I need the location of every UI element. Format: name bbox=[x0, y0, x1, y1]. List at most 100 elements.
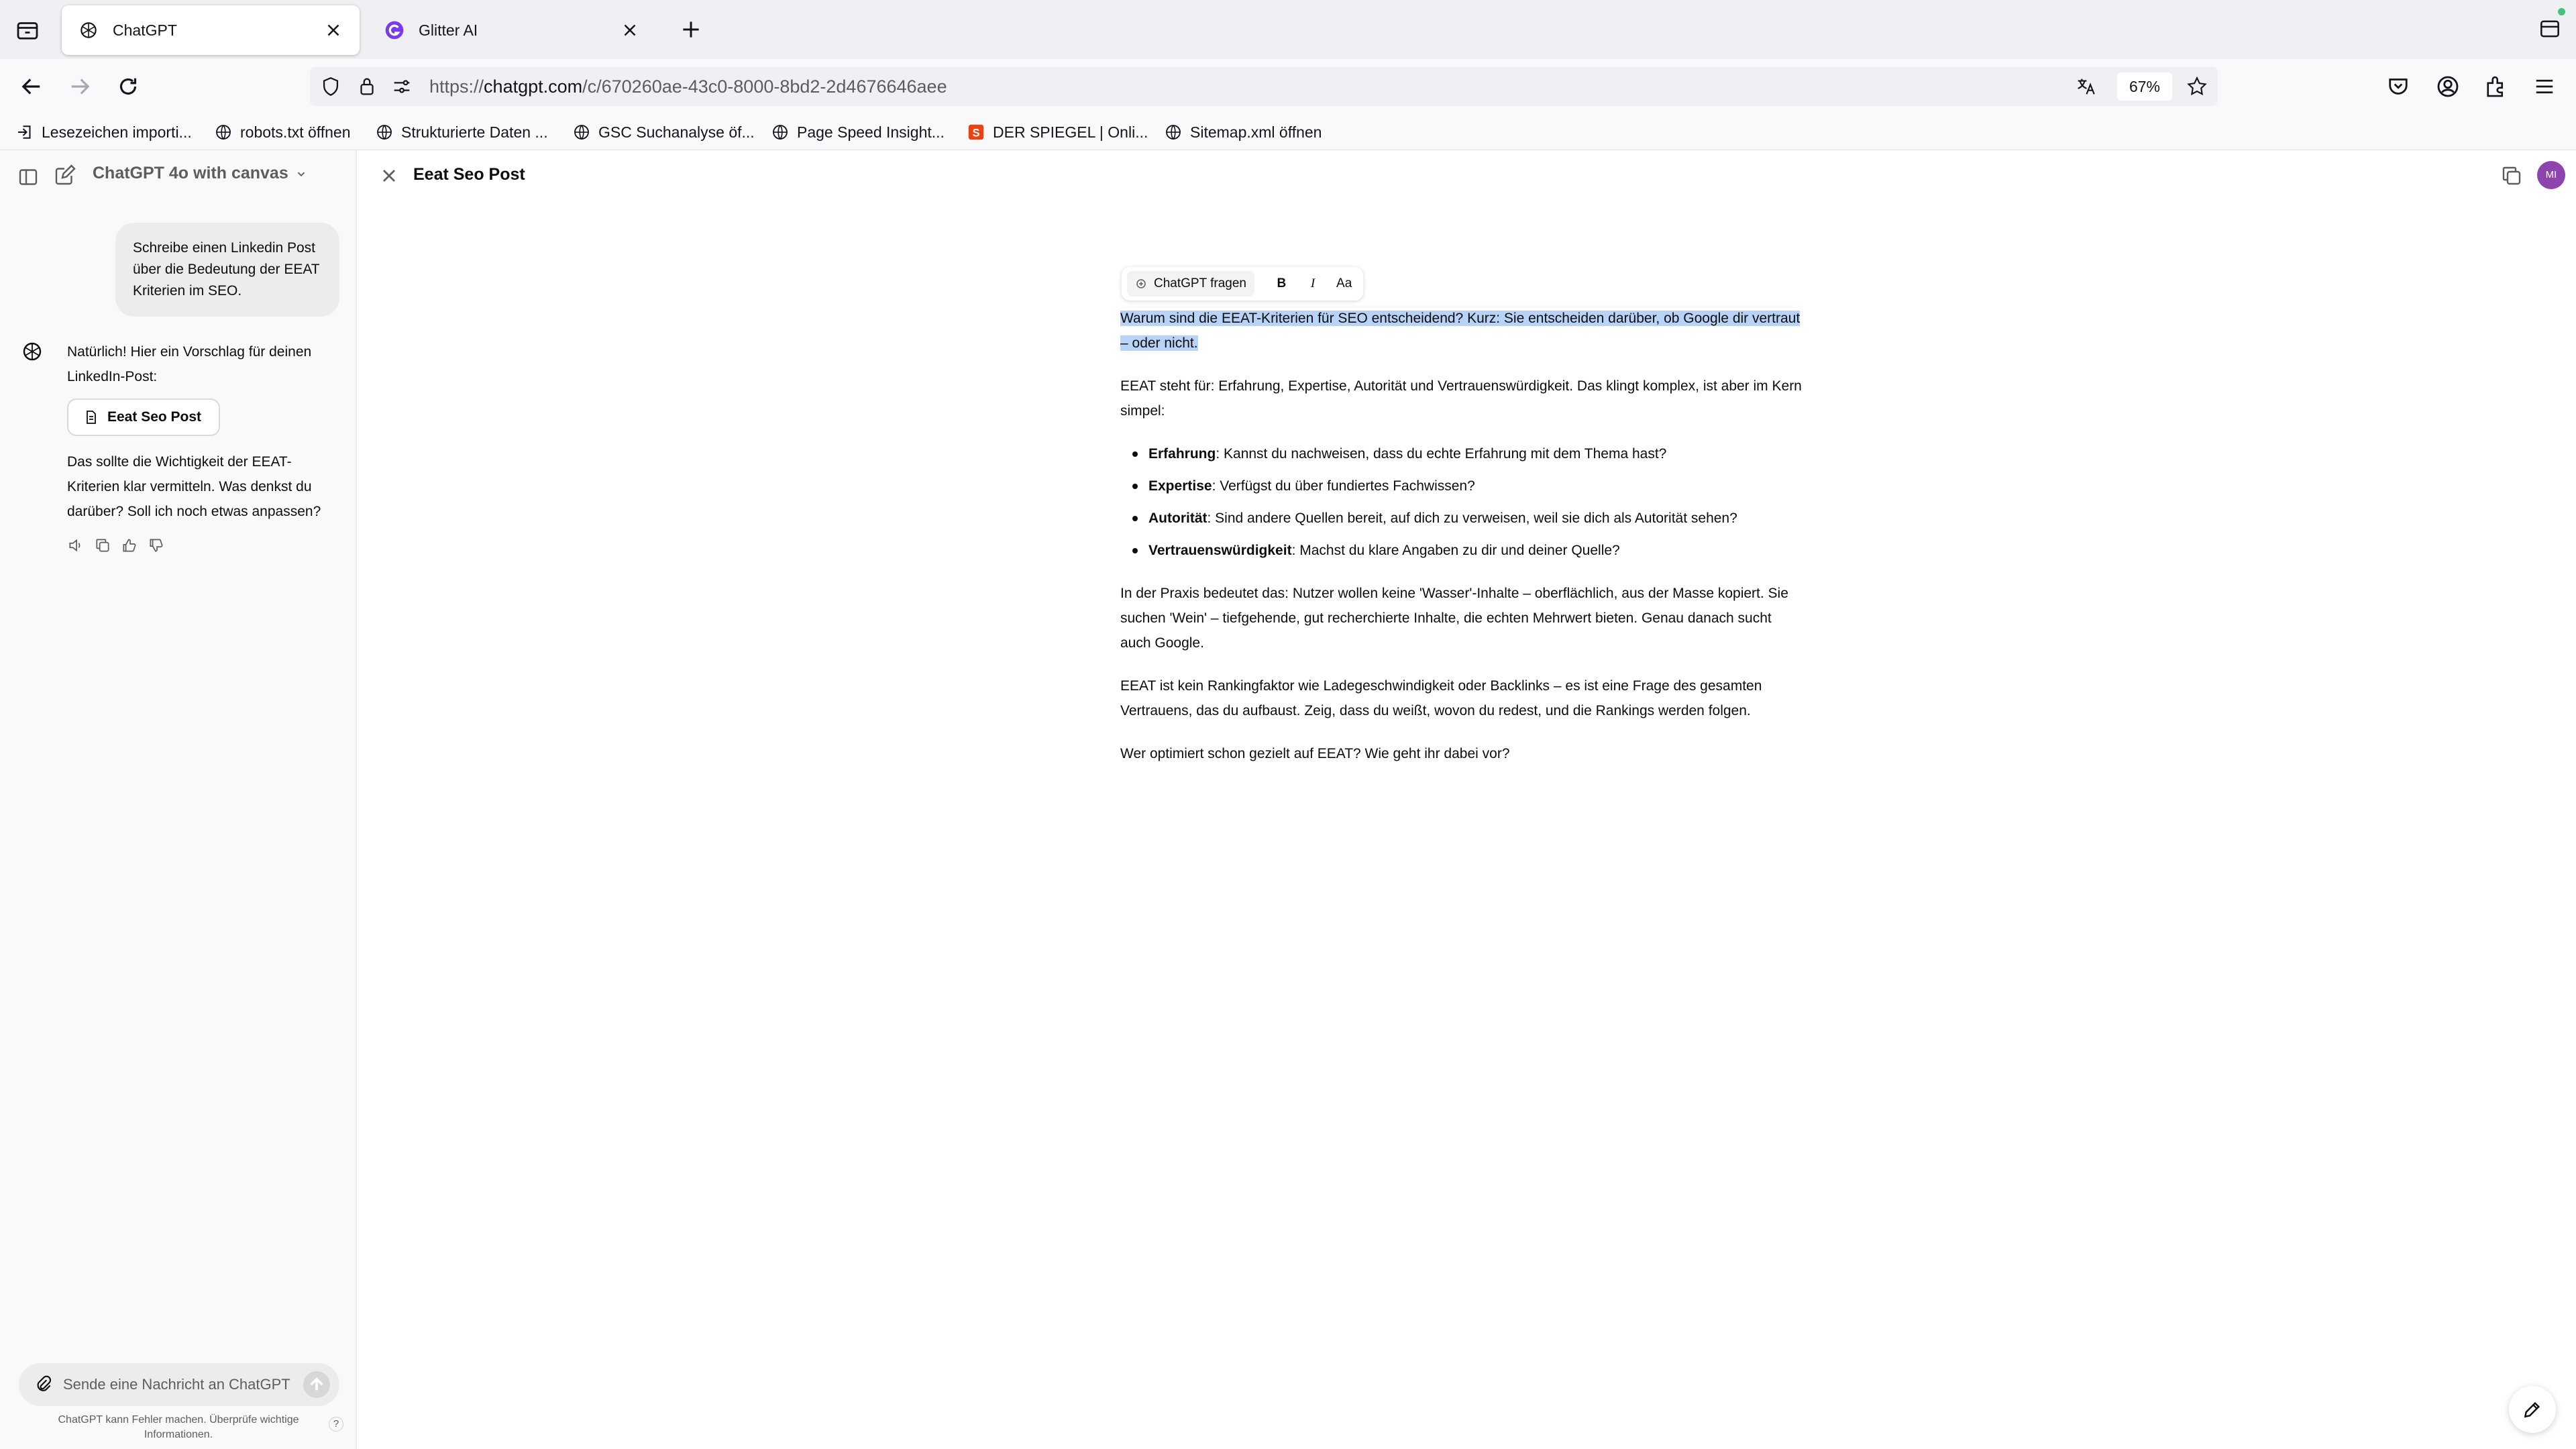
new-tab-icon[interactable] bbox=[678, 16, 704, 43]
edit-suggestions-button[interactable] bbox=[2509, 1386, 2556, 1433]
canvas-document[interactable]: Warum sind die EEAT-Kriterien für SEO en… bbox=[1120, 306, 1802, 784]
list-item[interactable]: Expertise: Verfügst du über fundiertes F… bbox=[1120, 474, 1802, 498]
bookmark-label: GSC Suchanalyse öf... bbox=[598, 123, 755, 141]
list-item-term: Autorität bbox=[1148, 511, 1208, 526]
paperclip-icon[interactable] bbox=[32, 1374, 54, 1395]
list-item[interactable]: Autorität: Sind andere Quellen bereit, a… bbox=[1120, 506, 1802, 531]
translate-icon[interactable] bbox=[2074, 75, 2097, 98]
ask-chatgpt-button[interactable]: ChatGPT fragen bbox=[1127, 271, 1255, 297]
globe-icon bbox=[574, 125, 589, 140]
permissions-icon[interactable] bbox=[390, 75, 413, 98]
user-message: Schreibe einen Linkedin Post über die Be… bbox=[115, 223, 339, 317]
arrow-up-icon bbox=[310, 1377, 323, 1391]
bookmark-label: robots.txt öffnen bbox=[240, 123, 351, 141]
tab-title: Glitter AI bbox=[419, 21, 478, 39]
window-icon[interactable] bbox=[2537, 16, 2563, 42]
avatar[interactable]: MI bbox=[2537, 161, 2565, 189]
close-tab-icon[interactable] bbox=[323, 20, 343, 40]
criteria-list: Erfahrung: Kannst du nachweisen, dass du… bbox=[1120, 441, 1802, 563]
italic-button[interactable]: I bbox=[1299, 271, 1327, 297]
close-icon[interactable] bbox=[378, 165, 400, 186]
globe-icon bbox=[773, 125, 788, 140]
glitter-ai-icon bbox=[385, 21, 404, 40]
help-button[interactable]: ? bbox=[329, 1417, 343, 1432]
list-item-term: Erfahrung bbox=[1148, 446, 1216, 462]
status-dot bbox=[2558, 8, 2565, 15]
globe-icon bbox=[1166, 125, 1181, 140]
trust-paragraph[interactable]: EEAT ist kein Rankingfaktor wie Ladegesc… bbox=[1120, 674, 1802, 723]
bookmark-label: Strukturierte Daten ... bbox=[401, 123, 548, 141]
selected-paragraph[interactable]: Warum sind die EEAT-Kriterien für SEO en… bbox=[1120, 306, 1802, 356]
bookmark-structured-data[interactable]: Strukturierte Daten ... bbox=[374, 119, 548, 145]
navigation-bar: https://chatgpt.com/c/670260ae-43c0-8000… bbox=[0, 59, 2576, 114]
format-toolbar: ChatGPT fragen B I Aa bbox=[1122, 267, 1363, 301]
svg-text:S: S bbox=[973, 127, 980, 139]
globe-icon bbox=[216, 125, 231, 140]
back-icon[interactable] bbox=[17, 72, 46, 101]
model-selector[interactable]: ChatGPT 4o with canvas bbox=[93, 164, 309, 183]
shield-icon[interactable] bbox=[319, 75, 342, 98]
sparkle-icon bbox=[1136, 279, 1146, 288]
url-domain: chatgpt.com bbox=[484, 76, 583, 97]
document-icon bbox=[87, 411, 96, 424]
bookmarks-bar: Lesezeichen importi... robots.txt öffnen… bbox=[0, 114, 2576, 150]
copy-icon[interactable] bbox=[94, 537, 111, 554]
bookmark-label: DER SPIEGEL | Onli... bbox=[993, 123, 1148, 141]
canvas-chip-label: Eeat Seo Post bbox=[107, 409, 202, 425]
speaker-icon[interactable] bbox=[67, 537, 85, 554]
url-text[interactable]: https://chatgpt.com/c/670260ae-43c0-8000… bbox=[429, 76, 947, 97]
message-actions bbox=[67, 537, 165, 554]
tab-glitter-ai[interactable]: Glitter AI bbox=[368, 5, 656, 55]
bold-button[interactable]: B bbox=[1268, 271, 1295, 297]
thumbs-up-icon[interactable] bbox=[121, 537, 138, 554]
url-bar[interactable]: https://chatgpt.com/c/670260ae-43c0-8000… bbox=[310, 67, 2218, 106]
bookmark-label: Sitemap.xml öffnen bbox=[1190, 123, 1322, 141]
bookmark-gsc[interactable]: GSC Suchanalyse öf... bbox=[572, 119, 755, 145]
bookmark-robots[interactable]: robots.txt öffnen bbox=[213, 119, 351, 145]
practice-paragraph[interactable]: In der Praxis bedeutet das: Nutzer wolle… bbox=[1120, 581, 1802, 655]
list-item-text: : Verfügst du über fundiertes Fachwissen… bbox=[1212, 478, 1475, 494]
url-path: /c/670260ae-43c0-8000-8bd2-2d4676646aee bbox=[582, 76, 947, 97]
list-item-text: : Sind andere Quellen bereit, auf dich z… bbox=[1207, 511, 1737, 526]
tab-chatgpt[interactable]: ChatGPT bbox=[62, 5, 360, 55]
lock-icon[interactable] bbox=[356, 75, 378, 98]
zoom-level-button[interactable]: 67% bbox=[2117, 72, 2172, 101]
text-selection: Warum sind die EEAT-Kriterien für SEO en… bbox=[1120, 311, 1801, 351]
reload-icon[interactable] bbox=[114, 72, 142, 101]
account-icon[interactable] bbox=[2434, 72, 2462, 101]
send-button[interactable] bbox=[303, 1371, 330, 1398]
list-item[interactable]: Erfahrung: Kannst du nachweisen, dass du… bbox=[1120, 441, 1802, 466]
chevron-down-icon bbox=[297, 172, 305, 176]
copy-icon[interactable] bbox=[2500, 164, 2524, 188]
chat-sidebar: ChatGPT 4o with canvas Schreibe einen Li… bbox=[0, 150, 357, 1449]
bookmark-label: Page Speed Insight... bbox=[797, 123, 945, 141]
new-chat-icon[interactable] bbox=[52, 164, 76, 188]
assistant-intro: Natürlich! Hier ein Vorschlag für deinen… bbox=[67, 344, 312, 384]
pocket-icon[interactable] bbox=[2384, 72, 2412, 101]
disclaimer: ChatGPT kann Fehler machen. Überprüfe wi… bbox=[58, 1414, 299, 1440]
menu-icon[interactable] bbox=[2530, 72, 2559, 101]
thumbs-down-icon[interactable] bbox=[148, 537, 165, 554]
list-item[interactable]: Vertrauenswürdigkeit: Machst du klare An… bbox=[1120, 538, 1802, 563]
spiegel-icon: S bbox=[968, 124, 984, 140]
message-input[interactable] bbox=[63, 1371, 291, 1398]
bookmark-spiegel[interactable]: S DER SPIEGEL | Onli... bbox=[966, 119, 1148, 145]
list-item-text: : Machst du klare Angaben zu dir und dei… bbox=[1291, 543, 1620, 558]
extensions-icon[interactable] bbox=[2482, 72, 2510, 101]
bookmark-pagespeed[interactable]: Page Speed Insight... bbox=[770, 119, 945, 145]
question-paragraph[interactable]: Wer optimiert schon gezielt auf EEAT? Wi… bbox=[1120, 741, 1802, 766]
text-size-button[interactable]: Aa bbox=[1330, 271, 1358, 297]
chatgpt-avatar-icon bbox=[23, 342, 42, 361]
forward-icon[interactable] bbox=[66, 72, 94, 101]
canvas-title: Eeat Seo Post bbox=[413, 165, 525, 184]
bookmark-sitemap[interactable]: Sitemap.xml öffnen bbox=[1163, 119, 1322, 145]
close-tab-icon[interactable] bbox=[620, 20, 640, 40]
bookmark-import[interactable]: Lesezeichen importi... bbox=[15, 119, 192, 145]
tab-overview-icon[interactable] bbox=[13, 16, 42, 44]
canvas-document-button[interactable]: Eeat Seo Post bbox=[67, 398, 220, 436]
list-item-term: Expertise bbox=[1148, 478, 1212, 494]
intro-paragraph[interactable]: EEAT steht für: Erfahrung, Expertise, Au… bbox=[1120, 374, 1802, 423]
sidebar-toggle-icon[interactable] bbox=[16, 165, 40, 189]
import-icon bbox=[18, 125, 31, 139]
star-icon[interactable] bbox=[2186, 75, 2208, 98]
